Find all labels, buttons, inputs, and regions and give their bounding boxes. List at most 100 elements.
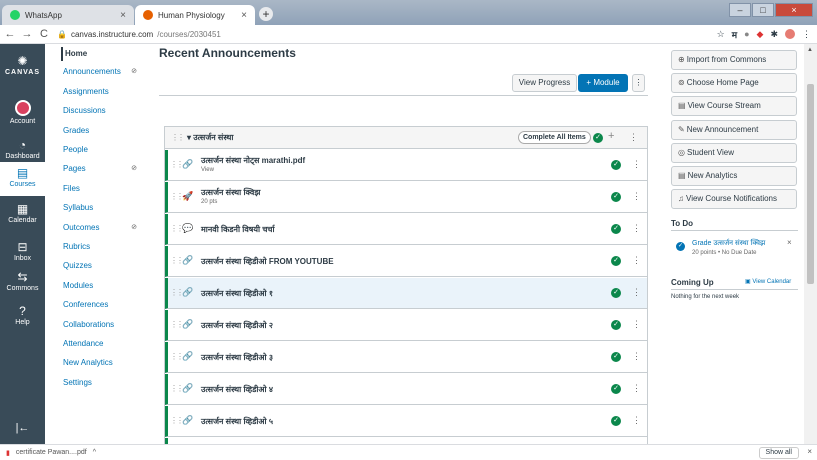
module-options-icon[interactable]: ⋮ xyxy=(629,132,638,143)
tab-whatsapp[interactable]: WhatsApp × xyxy=(2,5,134,25)
nav-inbox[interactable]: ⊟ Inbox xyxy=(0,240,45,262)
item-options-icon[interactable]: ⋮ xyxy=(632,287,641,298)
published-check-icon[interactable]: ✓ xyxy=(611,416,621,426)
course-nav-item[interactable]: Collaborations xyxy=(63,319,147,331)
module-item-title[interactable]: उत्सर्जन संस्था नोट्स marathi.pdf xyxy=(201,155,305,166)
module-item-row[interactable]: ⋮⋮ 🔗 उत्सर्जन संस्था व्हिडीओ ५ ✓ ⋮ xyxy=(165,406,647,437)
module-item-title[interactable]: मानवी किडनी विषयी चर्चा xyxy=(201,224,275,235)
course-nav-item[interactable]: Outcomes ⊘ xyxy=(63,222,147,234)
module-item-row[interactable]: ⋮⋮ 🔗 उत्सर्जन संस्था व्हिडीओ १ ✓ ⋮ xyxy=(165,278,647,309)
page-scrollbar[interactable]: ▲ xyxy=(804,44,817,444)
published-check-icon[interactable]: ✓ xyxy=(611,384,621,394)
published-check-icon[interactable]: ✓ xyxy=(611,192,621,202)
drag-handle-icon[interactable]: ⋮⋮ xyxy=(171,133,185,142)
drag-handle-icon[interactable]: ⋮⋮ xyxy=(170,192,184,201)
published-check-icon[interactable]: ✓ xyxy=(593,133,603,143)
nav-courses[interactable]: ▤ Courses xyxy=(0,162,45,196)
published-check-icon[interactable]: ✓ xyxy=(611,256,621,266)
close-tab-icon[interactable]: × xyxy=(241,10,247,21)
show-all-button[interactable]: Show all xyxy=(758,447,799,459)
module-item-title[interactable]: उत्सर्जन संस्था व्हिडीओ ३ xyxy=(201,352,273,363)
module-item-row[interactable]: ⋮⋮ 🔗 उत्सर्जन संस्था व्हिडीओ ३ ✓ ⋮ xyxy=(165,342,647,373)
module-item-title[interactable]: उत्सर्जन संस्था व्हिडीओ FROM YOUTUBE xyxy=(201,256,334,267)
scroll-thumb[interactable] xyxy=(807,84,814,284)
course-nav-item[interactable]: Conferences xyxy=(63,299,147,311)
scroll-up-icon[interactable]: ▲ xyxy=(807,47,813,53)
view-calendar-link[interactable]: ▣ View Calendar xyxy=(745,278,791,285)
item-options-icon[interactable]: ⋮ xyxy=(632,319,641,330)
view-progress-button[interactable]: View Progress xyxy=(512,74,577,92)
nav-commons[interactable]: ⇆ Commons xyxy=(0,270,45,292)
nav-calendar[interactable]: ▦ Calendar xyxy=(0,202,45,224)
reload-icon[interactable]: C xyxy=(37,28,51,40)
drag-handle-icon[interactable]: ⋮⋮ xyxy=(170,320,184,329)
published-check-icon[interactable]: ✓ xyxy=(611,224,621,234)
course-nav-item[interactable]: Quizzes xyxy=(63,260,147,272)
drag-handle-icon[interactable]: ⋮⋮ xyxy=(170,256,184,265)
drag-handle-icon[interactable]: ⋮⋮ xyxy=(170,352,184,361)
drag-handle-icon[interactable]: ⋮⋮ xyxy=(170,288,184,297)
canvas-logo[interactable]: ✺ CANVAS xyxy=(0,54,45,76)
course-nav-item[interactable]: Home xyxy=(61,47,145,61)
profile-icon[interactable] xyxy=(785,29,795,39)
add-item-icon[interactable]: + xyxy=(608,130,614,142)
sidebar-button[interactable]: ⊕ Import from Commons xyxy=(671,50,797,70)
course-nav-item[interactable]: Settings xyxy=(63,377,147,389)
course-nav-item[interactable]: Assignments xyxy=(63,86,147,98)
close-icon[interactable]: × xyxy=(807,447,812,456)
module-header[interactable]: ⋮⋮ ▾ उत्सर्जन संस्था Complete All Items … xyxy=(165,127,647,149)
collapse-nav-button[interactable]: |← xyxy=(0,422,45,434)
minimize-button[interactable]: – xyxy=(729,3,751,17)
close-window-button[interactable]: × xyxy=(775,3,813,17)
item-options-icon[interactable]: ⋮ xyxy=(632,223,641,234)
module-item-row[interactable]: ⋮⋮ 🔗 उत्सर्जन संस्था नोट्स marathi.pdf View… xyxy=(165,150,647,181)
dismiss-icon[interactable]: × xyxy=(787,238,792,247)
new-tab-button[interactable]: + xyxy=(259,7,273,21)
nav-account[interactable]: Account xyxy=(0,100,45,125)
sidebar-button[interactable]: ✎ New Announcement xyxy=(671,119,797,140)
module-item-title[interactable]: उत्सर्जन संस्था व्हिडीओ ४ xyxy=(201,384,273,395)
course-nav-item[interactable]: Rubrics xyxy=(63,241,147,253)
sidebar-button[interactable]: ▤ View Course Stream xyxy=(671,96,797,117)
module-item-row[interactable]: ⋮⋮ 🔗 उत्सर्जन संस्था व्हिडीओ FROM YOUTUBE ✓… xyxy=(165,246,647,277)
extension-diamond-icon[interactable]: ◆ xyxy=(757,29,764,40)
nav-help[interactable]: ? Help xyxy=(0,304,45,326)
forward-icon[interactable]: → xyxy=(20,28,34,40)
sidebar-button[interactable]: ◎ Student View xyxy=(671,142,797,163)
extension-letter[interactable]: म xyxy=(732,28,737,41)
puzzle-icon[interactable]: ✱ xyxy=(770,29,778,40)
course-nav-item[interactable]: Modules xyxy=(63,280,147,292)
drag-handle-icon[interactable]: ⋮⋮ xyxy=(170,416,184,425)
sidebar-button[interactable]: ▤ New Analytics xyxy=(671,166,797,186)
course-nav-item[interactable]: New Analytics xyxy=(63,357,147,369)
published-check-icon[interactable]: ✓ xyxy=(611,160,621,170)
todo-item-link[interactable]: Grade उत्सर्जन संस्था क्विझ xyxy=(692,239,765,248)
course-nav-item[interactable]: Attendance xyxy=(63,338,147,350)
published-check-icon[interactable]: ✓ xyxy=(611,352,621,362)
module-item-row[interactable]: ⋮⋮ 🔗 उत्सर्जन संस्था व्हिडीओ ४ ✓ ⋮ xyxy=(165,374,647,405)
module-item-row[interactable]: ⋮⋮ 🔗 उत्सर्जन संस्था व्हिडीओ २ ✓ ⋮ xyxy=(165,310,647,341)
sidebar-button[interactable]: ♫ View Course Notifications xyxy=(671,189,797,210)
more-options-button[interactable]: ⋮ xyxy=(632,74,645,92)
module-item-title[interactable]: उत्सर्जन संस्था क्विझ xyxy=(201,187,260,198)
published-check-icon[interactable]: ✓ xyxy=(611,320,621,330)
back-icon[interactable]: ← xyxy=(3,28,17,40)
course-nav-item[interactable]: Pages ⊘ xyxy=(63,163,147,175)
module-item-title[interactable]: उत्सर्जन संस्था व्हिडीओ २ xyxy=(201,320,273,331)
download-item[interactable]: ▮ certificate Pawan....pdf ^ xyxy=(6,449,96,457)
extension-circle-icon[interactable]: ● xyxy=(744,29,749,39)
item-options-icon[interactable]: ⋮ xyxy=(632,383,641,394)
nav-dashboard[interactable]: ◔ Dashboard xyxy=(0,138,45,160)
chevron-up-icon[interactable]: ^ xyxy=(93,449,96,456)
course-nav-item[interactable]: Grades xyxy=(63,125,147,137)
address-bar[interactable]: 🔒 canvas.instructure.com/courses/2030451 xyxy=(57,30,697,39)
menu-icon[interactable]: ⋮ xyxy=(802,29,811,40)
drag-handle-icon[interactable]: ⋮⋮ xyxy=(170,224,184,233)
drag-handle-icon[interactable]: ⋮⋮ xyxy=(170,384,184,393)
module-item-title[interactable]: उत्सर्जन संस्था व्हिडीओ १ xyxy=(201,288,273,299)
sidebar-button[interactable]: ⊚ Choose Home Page xyxy=(671,73,797,94)
course-nav-item[interactable]: Syllabus xyxy=(63,202,147,214)
module-item-title[interactable]: उत्सर्जन संस्था व्हिडीओ ५ xyxy=(201,416,273,427)
item-options-icon[interactable]: ⋮ xyxy=(632,191,641,202)
item-options-icon[interactable]: ⋮ xyxy=(632,255,641,266)
